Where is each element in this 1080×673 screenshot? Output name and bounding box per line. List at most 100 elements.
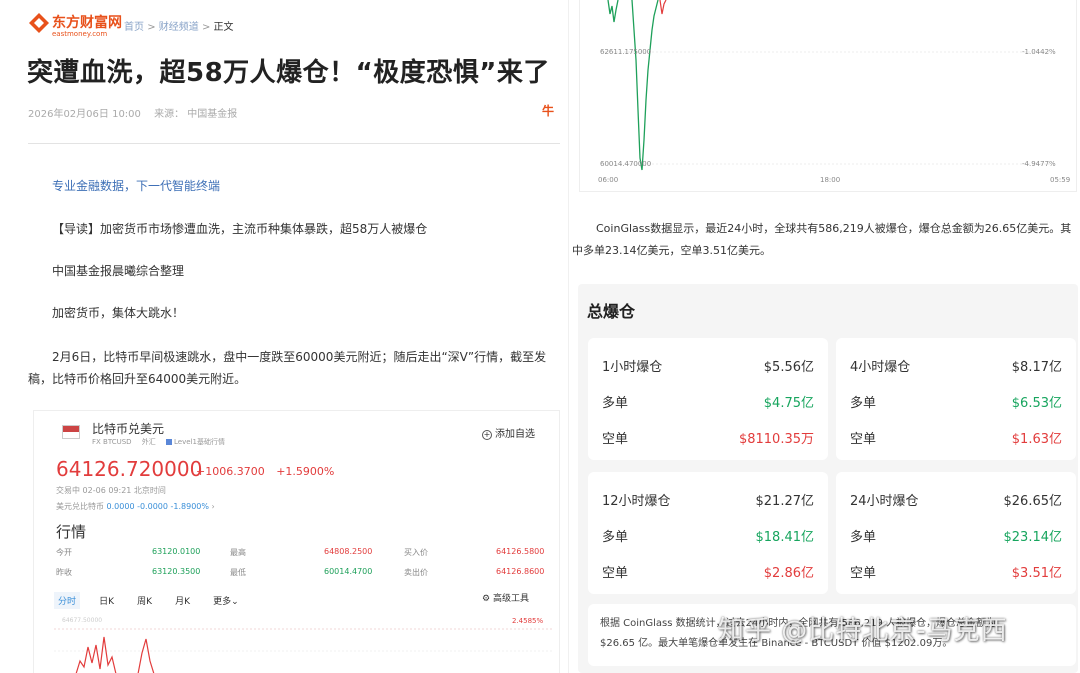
card-period: 24小时爆仓 bbox=[850, 494, 919, 509]
long-label: 多单 bbox=[850, 530, 877, 545]
article-date: 2026年02月06日 10:00 bbox=[28, 109, 141, 120]
tab-daily[interactable]: 日K bbox=[95, 592, 118, 609]
field-value: 64808.2500 bbox=[324, 547, 373, 556]
card-total: $8.17亿 bbox=[1011, 360, 1062, 375]
promo-link[interactable]: 专业金融数据，下一代智能终端 bbox=[52, 177, 220, 194]
coinglass-summary: CoinGlass数据显示，最近24小时，全球共有586,219人被爆仓，爆仓总… bbox=[572, 222, 1072, 257]
field-value: 60014.4700 bbox=[324, 567, 373, 576]
long-value: $23.14亿 bbox=[1003, 530, 1063, 545]
field-label: 今开 bbox=[56, 548, 72, 557]
tab-intraday[interactable]: 分时 bbox=[54, 592, 81, 609]
short-label: 空单 bbox=[602, 432, 629, 447]
field-value: 64126.5800 bbox=[496, 547, 545, 556]
quote-time: 交易中 02-06 09:21 北京时间 bbox=[56, 486, 166, 495]
bull-icon[interactable]: 牛 bbox=[542, 102, 554, 119]
section-title: 行情 bbox=[56, 523, 87, 541]
long-label: 多单 bbox=[602, 396, 629, 411]
quote-tag: 外汇 bbox=[141, 438, 156, 446]
quote-tag: FX BTCUSD bbox=[92, 438, 132, 446]
coinglass-panel: 62611.175000 60014.470000 -1.0442% -4.94… bbox=[570, 0, 1080, 673]
article-meta: 2026年02月06日 10:00 来源： 中国基金报 bbox=[28, 105, 237, 120]
tab-more[interactable]: 更多⌄ bbox=[209, 592, 243, 609]
logo-domain: eastmoney.com bbox=[52, 30, 108, 38]
field-label: 最低 bbox=[230, 568, 246, 577]
field-value: 63120.3500 bbox=[152, 567, 201, 576]
long-value: $18.41亿 bbox=[755, 530, 815, 545]
zhihu-watermark: 知乎 @比特北京-马克西 bbox=[718, 616, 1008, 646]
card-period: 4小时爆仓 bbox=[850, 360, 911, 375]
article-source: 来源： 中国基金报 bbox=[154, 109, 238, 120]
field-label: 买入价 bbox=[404, 548, 428, 557]
chart-tick-right: 2.4585% bbox=[512, 617, 544, 625]
tools-icon: ⚙ bbox=[482, 594, 491, 604]
field-value: 63120.0100 bbox=[152, 547, 201, 556]
y-label-bottom: 60014.470000 bbox=[600, 160, 652, 168]
divider bbox=[568, 0, 569, 673]
article-lead: 【导读】加密货币市场惨遭血洗，主流币种集体暴跌，超58万人被爆仓 bbox=[52, 222, 428, 236]
advanced-tools-button[interactable]: ⚙ 高级工具 bbox=[482, 591, 529, 604]
article-paragraph: 2月6日，比特币早间极速跳水，盘中一度跌至60000美元附近；随后走出“深V”行… bbox=[28, 350, 547, 386]
card-total: $26.65亿 bbox=[1003, 494, 1063, 509]
tab-monthly[interactable]: 月K bbox=[171, 592, 194, 609]
btc-price-chart: 62611.175000 60014.470000 -1.0442% -4.94… bbox=[579, 0, 1077, 192]
intraday-chart bbox=[54, 628, 554, 673]
price-line bbox=[604, 0, 1050, 171]
logo-text: 东方财富网 bbox=[52, 15, 122, 31]
short-value: $1.63亿 bbox=[1011, 432, 1062, 447]
btc-quote-card: 比特币兑美元 FX BTCUSD 外汇 Level1基础行情 + 添加自选 641… bbox=[33, 410, 560, 673]
breadcrumb-channel[interactable]: 财经频道 bbox=[159, 22, 199, 33]
breadcrumb-home[interactable]: 首页 bbox=[124, 22, 144, 33]
field-label: 昨收 bbox=[56, 568, 72, 577]
field-label: 卖出价 bbox=[404, 568, 428, 577]
short-label: 空单 bbox=[850, 432, 877, 447]
x-label: 06:00 bbox=[598, 176, 619, 184]
long-label: 多单 bbox=[602, 530, 629, 545]
plus-icon: + bbox=[482, 430, 492, 440]
article-panel: 东方财富网 eastmoney.com 首页 > 财经频道 > 正文 突遭血洗，… bbox=[0, 0, 570, 673]
short-label: 空单 bbox=[602, 566, 629, 581]
card-total: $5.56亿 bbox=[763, 360, 814, 375]
quote-change: +1006.3700 +1.5900% bbox=[196, 465, 334, 478]
breadcrumb: 首页 > 财经频道 > 正文 bbox=[124, 18, 234, 33]
change-value: +1006.3700 bbox=[196, 465, 265, 478]
article-title: 突遭血洗，超58万人爆仓！“极度恐惧”来了 bbox=[27, 58, 550, 88]
field-value: 64126.8600 bbox=[496, 567, 545, 576]
card-total: $21.27亿 bbox=[755, 494, 815, 509]
y-label-right-bottom: -4.9477% bbox=[1022, 160, 1056, 168]
x-label: 05:59 bbox=[1050, 176, 1071, 184]
change-percent: +1.5900% bbox=[276, 465, 335, 478]
related-quote[interactable]: 美元兑比特币 0.0000 -0.0000 -1.8900% › bbox=[56, 501, 215, 512]
card-period: 12小时爆仓 bbox=[602, 494, 671, 509]
site-logo[interactable]: 东方财富网 eastmoney.com bbox=[28, 10, 122, 40]
article-paragraph: 加密货币，集体大跳水！ bbox=[52, 306, 185, 320]
y-label-top: 62611.175000 bbox=[600, 48, 652, 56]
liquidation-card-1h: 1小时爆仓 $5.56亿 多单 $4.75亿 空单 $8110.35万 bbox=[588, 338, 828, 460]
quote-tag-level1: Level1基础行情 bbox=[166, 438, 225, 446]
quote-price: 64126.720000 bbox=[56, 457, 203, 481]
breadcrumb-sep: > bbox=[147, 22, 156, 33]
short-label: 空单 bbox=[850, 566, 877, 581]
short-value: $3.51亿 bbox=[1011, 566, 1062, 581]
x-label: 18:00 bbox=[820, 176, 841, 184]
panel-title: 总爆仓 bbox=[587, 302, 636, 321]
level-icon bbox=[166, 439, 173, 445]
logo-icon bbox=[29, 13, 49, 33]
screenshot-collage: 东方财富网 eastmoney.com 首页 > 财经频道 > 正文 突遭血洗，… bbox=[0, 0, 1080, 673]
card-period: 1小时爆仓 bbox=[602, 360, 663, 375]
quote-tags: FX BTCUSD 外汇 Level1基础行情 bbox=[92, 437, 233, 447]
field-label: 最高 bbox=[230, 548, 246, 557]
us-flag-icon bbox=[62, 425, 80, 439]
tab-weekly[interactable]: 周K bbox=[133, 592, 156, 609]
breadcrumb-sep: > bbox=[201, 22, 211, 33]
liquidation-card-4h: 4小时爆仓 $8.17亿 多单 $6.53亿 空单 $1.63亿 bbox=[836, 338, 1076, 460]
short-value: $2.86亿 bbox=[763, 566, 814, 581]
chart-tick-left: 64677.50000 bbox=[62, 617, 103, 624]
add-watchlist-button[interactable]: + 添加自选 bbox=[482, 425, 535, 440]
long-label: 多单 bbox=[850, 396, 877, 411]
divider bbox=[28, 143, 560, 144]
article-paragraph: 中国基金报晨曦综合整理 bbox=[52, 264, 185, 278]
liquidation-card-24h: 24小时爆仓 $26.65亿 多单 $23.14亿 空单 $3.51亿 bbox=[836, 472, 1076, 594]
short-value: $8110.35万 bbox=[738, 432, 814, 447]
liquidation-card-12h: 12小时爆仓 $21.27亿 多单 $18.41亿 空单 $2.86亿 bbox=[588, 472, 828, 594]
breadcrumb-current: 正文 bbox=[213, 22, 234, 33]
